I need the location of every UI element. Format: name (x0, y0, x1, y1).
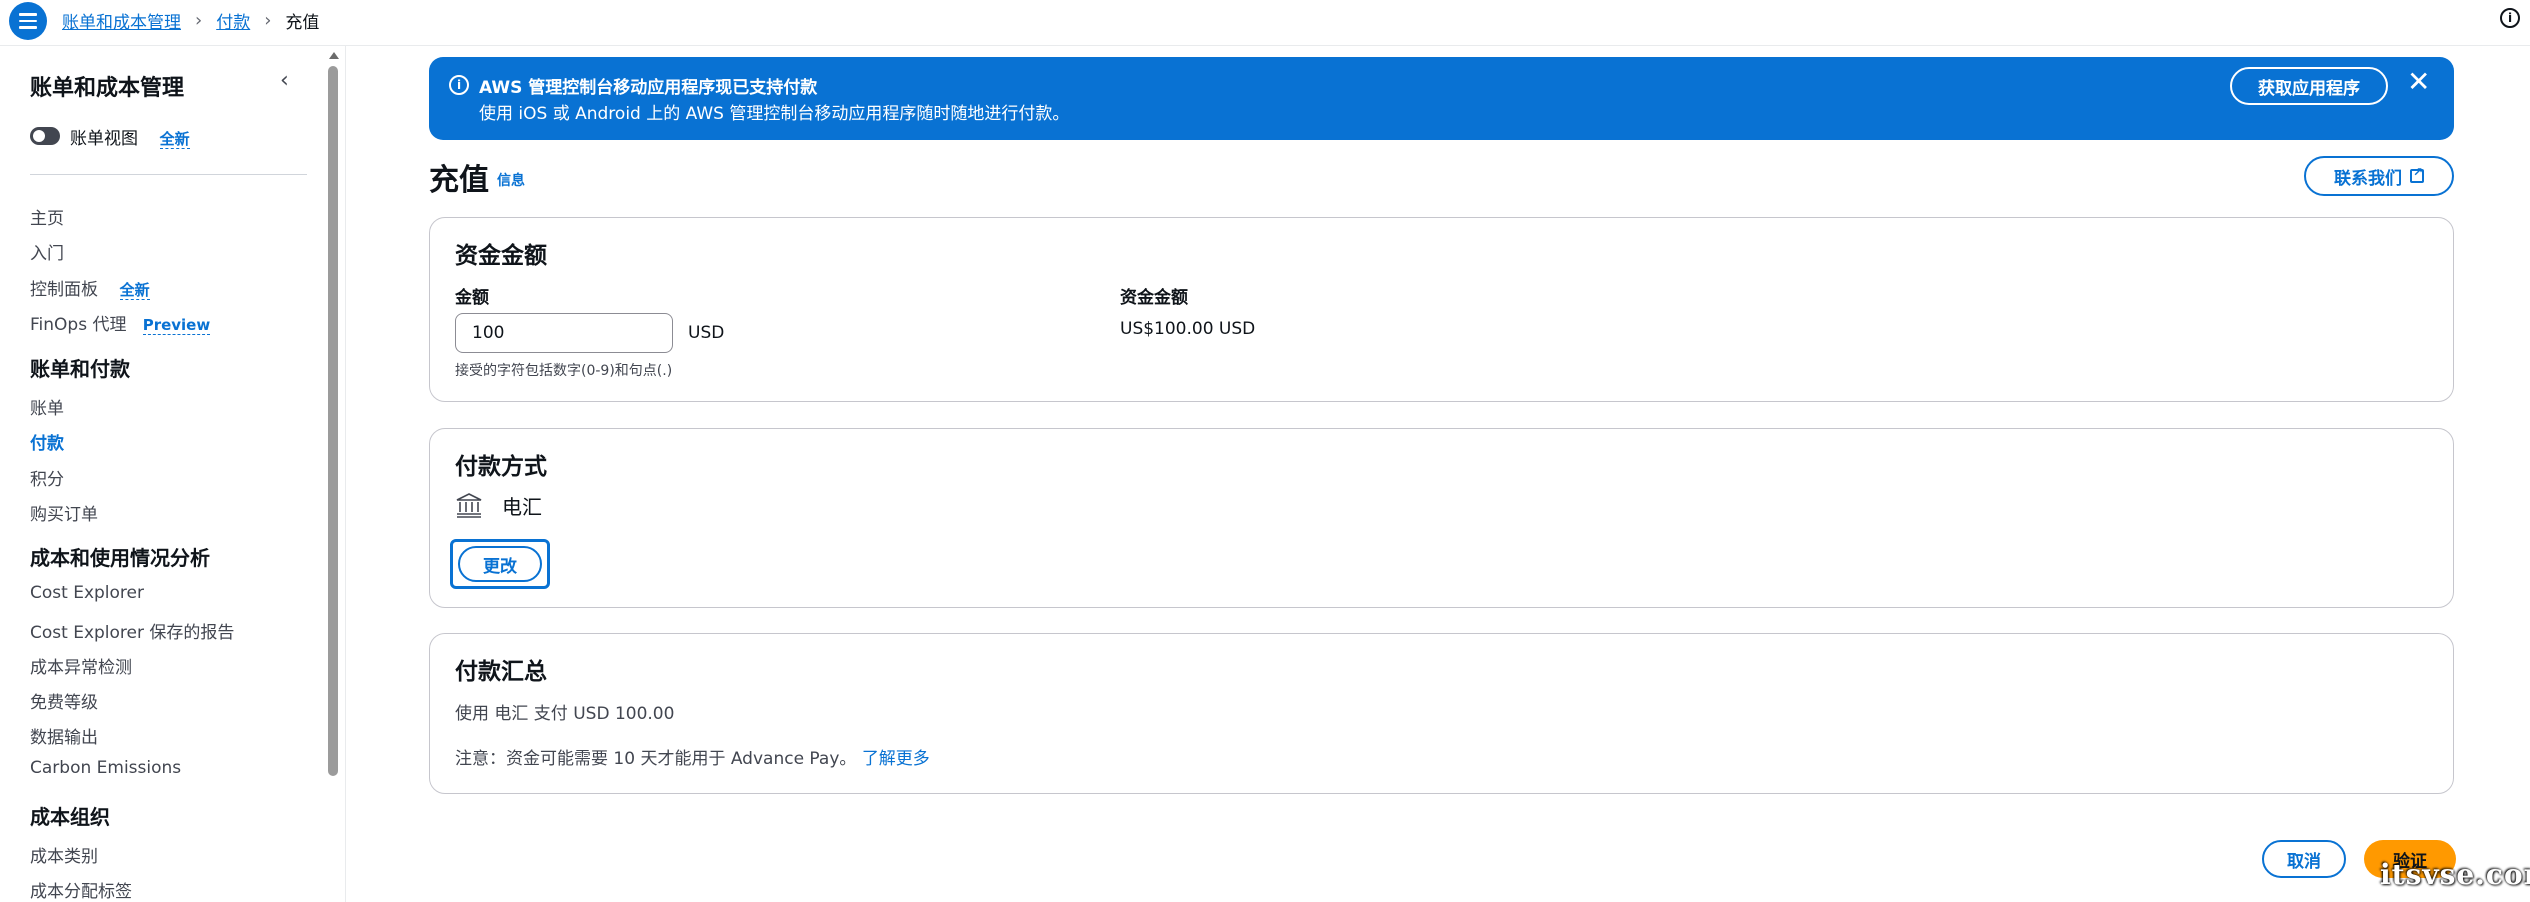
sidebar-item-label: FinOps 代理 (30, 315, 127, 335)
amount-hint: 接受的字符包括数字(0-9)和句点(.) (455, 363, 673, 379)
sidebar-section-billing: 账单和付款 (30, 357, 130, 381)
banner-text: 使用 iOS 或 Android 上的 AWS 管理控制台移动应用程序随时随地进… (479, 104, 1070, 124)
card-title: 付款方式 (455, 454, 547, 480)
sidebar-item-carbon-emissions[interactable]: Carbon Emissions (30, 758, 181, 778)
change-payment-method-button[interactable]: 更改 (458, 546, 542, 582)
funding-amount-card: 资金金额 金额 100 USD 接受的字符包括数字(0-9)和句点(.) 资金金… (429, 217, 2454, 402)
billing-view-toggle[interactable] (30, 127, 60, 145)
sidebar-item-home[interactable]: 主页 (30, 204, 64, 229)
bank-icon (456, 493, 482, 518)
summary-note: 注意：资金可能需要 10 天才能用于 Advance Pay。 了解更多 (455, 744, 930, 769)
card-title: 资金金额 (455, 243, 547, 269)
sidebar-item-free-tier[interactable]: 免费等级 (30, 688, 98, 713)
external-link-icon (2410, 165, 2424, 183)
sidebar-item-anomaly-detection[interactable]: 成本异常检测 (30, 653, 132, 678)
sidebar-divider (30, 174, 307, 175)
sidebar-item-payments[interactable]: 付款 (30, 429, 64, 454)
cancel-button[interactable]: 取消 (2262, 840, 2346, 878)
toggle-label-text: 账单视图 (70, 129, 138, 149)
sidebar-item-cost-explorer[interactable]: Cost Explorer (30, 583, 144, 603)
sidebar-item-bills[interactable]: 账单 (30, 394, 64, 419)
info-icon[interactable]: i (2500, 8, 2520, 28)
get-app-button[interactable]: 获取应用程序 (2230, 67, 2388, 105)
sidebar-item-label: 控制面板 (30, 280, 98, 300)
currency-unit: USD (688, 323, 725, 343)
new-badge: 全新 (119, 281, 150, 300)
sidebar-item-finops-agent[interactable]: FinOps 代理 Preview (30, 310, 211, 335)
info-link[interactable]: 信息 (497, 170, 525, 190)
sidebar-item-purchase-orders[interactable]: 购买订单 (30, 500, 98, 525)
sidebar: 账单和成本管理 ‹ 账单视图 全新 主页 入门 控制面板 全新 FinOps 代… (0, 46, 345, 902)
sidebar-section-cost-analysis: 成本和使用情况分析 (30, 546, 210, 570)
new-badge: 全新 (159, 130, 190, 149)
amount-input[interactable]: 100 (455, 313, 673, 353)
preview-badge: Preview (142, 316, 211, 335)
sidebar-item-data-exports[interactable]: 数据输出 (30, 723, 98, 748)
mobile-app-banner: i AWS 管理控制台移动应用程序现已支持付款 使用 iOS 或 Android… (429, 57, 2454, 140)
sidebar-scrollbar[interactable] (327, 52, 339, 902)
card-title: 付款汇总 (455, 659, 547, 685)
banner-title: AWS 管理控制台移动应用程序现已支持付款 (479, 78, 818, 98)
amount-label: 金额 (455, 288, 489, 308)
breadcrumb-current: 充值 (285, 13, 320, 33)
note-text: 注意：资金可能需要 10 天才能用于 Advance Pay。 (455, 749, 857, 769)
contact-us-label: 联系我们 (2334, 168, 2402, 189)
sidebar-item-cost-categories[interactable]: 成本类别 (30, 842, 98, 867)
contact-us-button[interactable]: 联系我们 (2304, 156, 2454, 196)
payment-method-card: 付款方式 电汇 更改 (429, 428, 2454, 608)
fund-amount-label: 资金金额 (1120, 288, 1188, 308)
sidebar-item-credits[interactable]: 积分 (30, 465, 64, 490)
payment-summary-card: 付款汇总 使用 电汇 支付 USD 100.00 注意：资金可能需要 10 天才… (429, 633, 2454, 794)
change-button-focus-ring: 更改 (450, 539, 550, 589)
page-title: 充值 (429, 163, 489, 198)
scrollbar-thumb[interactable] (328, 66, 338, 776)
summary-line: 使用 电汇 支付 USD 100.00 (455, 704, 675, 724)
sidebar-item-dashboard[interactable]: 控制面板 全新 (30, 275, 150, 300)
breadcrumb-billing-link[interactable]: 账单和成本管理 (62, 8, 181, 33)
collapse-sidebar-icon[interactable]: ‹ (280, 68, 289, 93)
fund-amount-value: US$100.00 USD (1120, 319, 1256, 339)
sidebar-item-saved-reports[interactable]: Cost Explorer 保存的报告 (30, 618, 234, 643)
sidebar-edge (345, 46, 346, 902)
sidebar-item-getting-started[interactable]: 入门 (30, 239, 64, 264)
chevron-right-icon: › (264, 10, 272, 31)
billing-view-label: 账单视图 全新 (70, 124, 190, 149)
chevron-right-icon: › (195, 10, 203, 31)
sidebar-section-cost-organization: 成本组织 (30, 805, 110, 829)
scroll-up-icon[interactable] (329, 52, 339, 59)
breadcrumb: 账单和成本管理 › 付款 › 充值 (62, 8, 319, 33)
top-navigation: 账单和成本管理 › 付款 › 充值 i (0, 0, 2530, 46)
sidebar-item-cost-allocation-tags[interactable]: 成本分配标签 (30, 877, 132, 902)
payment-method-name: 电汇 (502, 495, 542, 519)
breadcrumb-payments-link[interactable]: 付款 (216, 8, 250, 33)
close-icon[interactable]: ✕ (2407, 67, 2430, 97)
sidebar-title: 账单和成本管理 (30, 76, 185, 101)
info-icon: i (449, 75, 469, 95)
menu-icon[interactable] (9, 2, 47, 40)
watermark: itsvse.com (2380, 858, 2530, 891)
learn-more-link[interactable]: 了解更多 (862, 749, 930, 769)
